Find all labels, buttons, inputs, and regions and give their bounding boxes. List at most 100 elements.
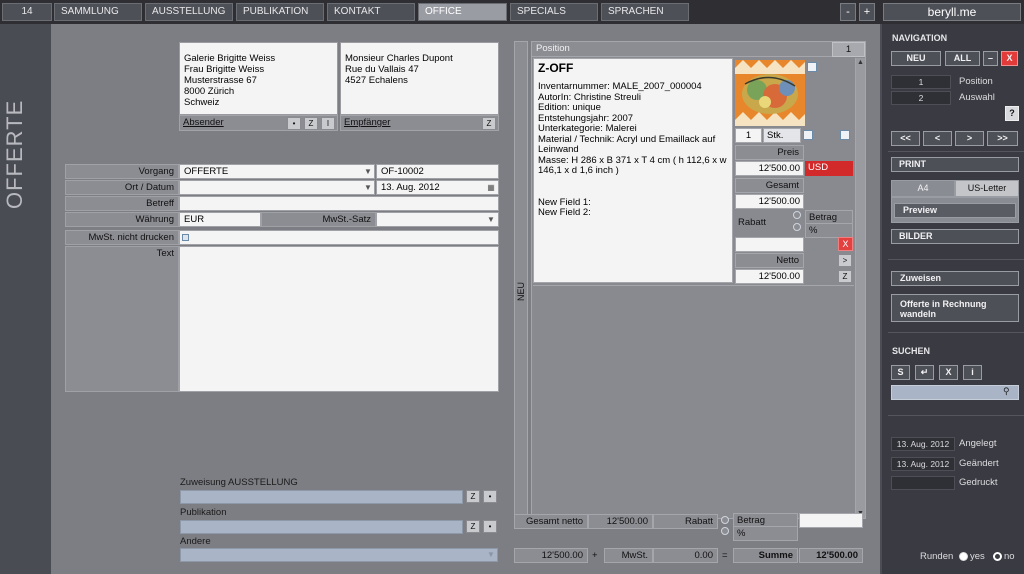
angelegt-label: Angelegt — [959, 438, 997, 449]
preview-button[interactable]: Preview — [894, 203, 1016, 218]
convert-to-invoice-button[interactable]: Offerte in Rechnung wandeln — [891, 294, 1019, 322]
betreff-input[interactable] — [179, 196, 499, 211]
new-position-label: NEU — [516, 282, 526, 302]
search-enter-button[interactable]: ↵ — [915, 365, 934, 380]
zuweisung-ausstellung-field[interactable] — [180, 490, 463, 504]
suchen-heading: SUCHEN — [892, 346, 931, 356]
zoom-in-button[interactable]: + — [859, 3, 875, 21]
tab-kontakt[interactable]: KONTAKT — [327, 3, 415, 21]
ausstellung-dot-button[interactable]: • — [483, 490, 497, 503]
help-button[interactable]: ? — [1005, 106, 1019, 121]
search-s-button[interactable]: S — [891, 365, 910, 380]
nav-last-button[interactable]: >> — [987, 131, 1018, 146]
mwst-dropdown-icon[interactable]: ▼ — [485, 213, 497, 226]
position-list-empty — [533, 285, 854, 518]
total-betrag-radio[interactable] — [721, 516, 729, 524]
tab-office[interactable]: OFFICE — [418, 3, 507, 21]
ort-dropdown-icon[interactable]: ▼ — [362, 181, 374, 194]
left-title-strip: OFFERTE — [0, 24, 51, 574]
search-icon[interactable]: ⚲ — [1003, 386, 1010, 397]
mwst-not-print-row — [179, 230, 499, 245]
tab-ausstellung[interactable]: AUSSTELLUNG — [145, 3, 233, 21]
currency-select-icon[interactable] — [840, 130, 850, 140]
sender-i-button[interactable]: I — [321, 117, 335, 130]
publikation-field[interactable] — [180, 520, 463, 534]
recipient-z-button[interactable]: Z — [482, 117, 496, 130]
quantity-unit[interactable]: Stk. — [763, 128, 801, 143]
nav-first-button[interactable]: << — [891, 131, 920, 146]
search-clear-button[interactable]: X — [939, 365, 958, 380]
sender-dot-button[interactable]: • — [287, 117, 301, 130]
andere-dropdown-icon[interactable]: ▼ — [485, 548, 497, 561]
mwst-not-print-checkbox[interactable] — [182, 234, 189, 241]
new-position-tab[interactable]: NEU — [514, 41, 528, 519]
vorgang-select[interactable]: OFFERTE — [179, 164, 375, 179]
search-input[interactable] — [891, 385, 1019, 400]
tab-specials[interactable]: SPECIALS — [510, 3, 598, 21]
vorgang-dropdown-icon[interactable]: ▼ — [362, 165, 374, 178]
format-us-letter-tab[interactable]: US-Letter — [955, 180, 1019, 197]
text-area[interactable] — [179, 246, 499, 392]
gesamt-label: Gesamt — [735, 178, 804, 193]
equals-sign: = — [722, 550, 728, 561]
zoom-out-button[interactable]: - — [840, 3, 856, 21]
rabatt-percent-radio[interactable] — [793, 223, 801, 231]
total-percent-radio[interactable] — [721, 527, 729, 535]
date-input[interactable]: 13. Aug. 2012 — [376, 180, 499, 195]
sender-address[interactable]: Galerie Brigitte Weiss Frau Brigitte Wei… — [179, 42, 338, 115]
mwst-not-print-label: MwSt. nicht drucken — [65, 230, 179, 245]
runden-yes-radio[interactable] — [959, 552, 968, 561]
auswahl-field[interactable]: 2 — [891, 91, 951, 105]
text-label: Text — [65, 246, 179, 392]
gedruckt-label: Gedruckt — [959, 477, 998, 488]
zuweisung-ausstellung-label: Zuweisung AUSSTELLUNG — [180, 477, 298, 488]
nav-minus-button[interactable]: – — [983, 51, 998, 66]
sender-z-button[interactable]: Z — [304, 117, 318, 130]
netto-forward-button[interactable]: > — [838, 254, 852, 267]
currency-badge[interactable]: USD — [805, 161, 853, 176]
print-button[interactable]: PRINT — [891, 157, 1019, 172]
publikation-dot-button[interactable]: • — [483, 520, 497, 533]
ort-input[interactable] — [179, 180, 375, 195]
runden-no-radio[interactable] — [993, 552, 1002, 561]
right-sidebar: NAVIGATION NEU ALL – X 1 Position 2 Ausw… — [880, 24, 1024, 574]
quantity-field[interactable]: 1 — [735, 128, 762, 143]
position-item[interactable]: Z-OFF Inventarnummer: MALE_2007_000004 A… — [533, 58, 733, 283]
plus-sign: + — [592, 550, 598, 561]
zuweisen-button[interactable]: Zuweisen — [891, 271, 1019, 286]
nav-all-button[interactable]: ALL — [945, 51, 980, 66]
nav-prev-button[interactable]: < — [923, 131, 952, 146]
tab-publikation[interactable]: PUBLIKATION — [236, 3, 324, 21]
price-field[interactable]: 12'500.00 — [735, 161, 804, 176]
tab-sammlung[interactable]: SAMMLUNG — [54, 3, 142, 21]
ausstellung-z-button[interactable]: Z — [466, 490, 480, 503]
thumbnail-select-icon[interactable] — [807, 62, 817, 72]
total-rabatt-input[interactable] — [799, 513, 863, 528]
nav-close-button[interactable]: X — [1001, 51, 1018, 66]
rabatt-percent-option[interactable]: % — [805, 223, 853, 238]
netto-z-button[interactable]: Z — [838, 270, 852, 283]
total-percent-option[interactable]: % — [733, 526, 798, 541]
position-scrollbar[interactable]: ▲ ▼ — [855, 58, 865, 518]
format-a4-tab[interactable]: A4 — [891, 180, 955, 197]
bilder-button[interactable]: BILDER — [891, 229, 1019, 244]
gesamt-value: 12'500.00 — [735, 194, 804, 209]
scroll-up-icon[interactable]: ▲ — [856, 58, 865, 67]
mwst-value: 0.00 — [653, 548, 718, 563]
artwork-thumbnail[interactable] — [735, 60, 805, 126]
search-info-button[interactable]: i — [963, 365, 982, 380]
publikation-z-button[interactable]: Z — [466, 520, 480, 533]
position-index-field[interactable]: 1 — [891, 75, 951, 89]
calendar-icon[interactable]: ▦ — [485, 181, 497, 194]
tab-sprachen[interactable]: SPRACHEN — [601, 3, 689, 21]
recipient-address[interactable]: Monsieur Charles Dupont Rue du Vallais 4… — [340, 42, 499, 115]
mwst-satz-select[interactable] — [376, 212, 499, 227]
rabatt-input[interactable] — [735, 237, 804, 252]
quantity-unit-select-icon[interactable] — [803, 130, 813, 140]
waehrung-input[interactable]: EUR — [179, 212, 261, 227]
rabatt-betrag-radio[interactable] — [793, 211, 801, 219]
nav-new-button[interactable]: NEU — [891, 51, 941, 66]
remove-rabatt-button[interactable]: X — [838, 237, 853, 251]
nav-next-button[interactable]: > — [955, 131, 984, 146]
andere-select[interactable] — [180, 548, 498, 562]
